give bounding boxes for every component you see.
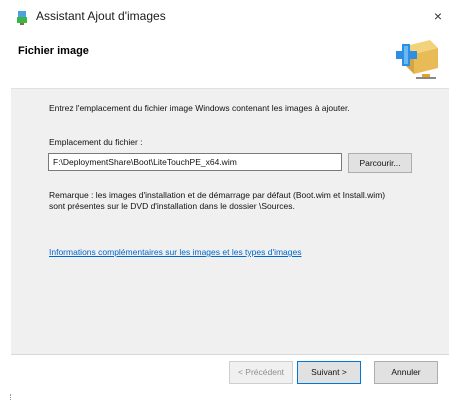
browse-button[interactable]: Parcourir... <box>348 153 412 173</box>
close-button[interactable]: × <box>416 0 460 32</box>
title-bar: Assistant Ajout d'images × <box>0 0 460 32</box>
location-label: Emplacement du fichier : <box>49 137 143 147</box>
cancel-button[interactable]: Annuler <box>374 361 438 384</box>
previous-button[interactable]: < Précédent <box>229 361 293 384</box>
window-title: Assistant Ajout d'images <box>36 9 166 23</box>
close-icon: × <box>433 8 443 24</box>
wizard-window: Assistant Ajout d'images × Fichier image… <box>0 0 460 407</box>
content-panel: Entrez l'emplacement du fichier image Wi… <box>11 88 449 355</box>
page-title: Fichier image <box>18 45 89 57</box>
description-text: Entrez l'emplacement du fichier image Wi… <box>49 103 350 113</box>
app-icon <box>17 11 27 25</box>
resize-grip[interactable] <box>10 394 13 400</box>
footer-divider <box>11 354 449 355</box>
note-text: Remarque : les images d'installation et … <box>49 190 386 211</box>
wizard-add-image-icon <box>396 40 438 79</box>
location-input[interactable]: F:\DeploymentShare\Boot\LiteTouchPE_x64.… <box>48 153 342 171</box>
wizard-header: Fichier image <box>0 32 460 88</box>
next-button[interactable]: Suivant > <box>297 361 361 384</box>
info-link[interactable]: Informations complémentaires sur les ima… <box>49 247 301 257</box>
